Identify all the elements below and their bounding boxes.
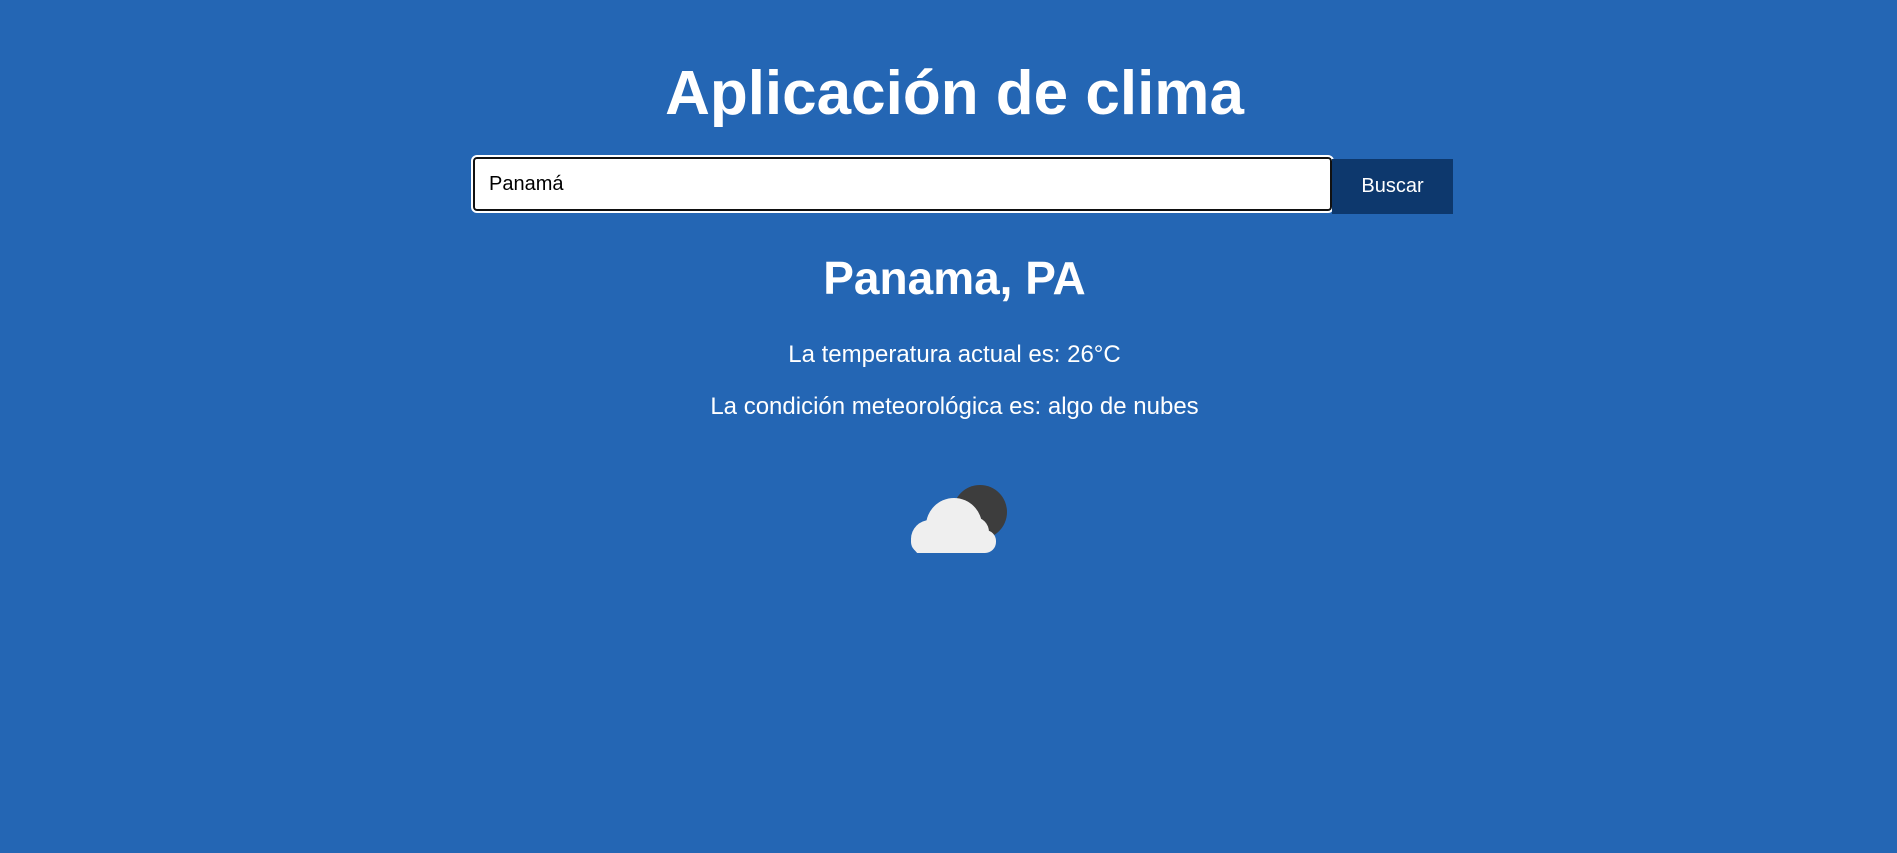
condition-text: La condición meteorológica es: algo de n… [710, 393, 1199, 420]
partly-cloudy-night-icon [911, 485, 1007, 553]
temperature-text: La temperatura actual es: 26°C [788, 341, 1121, 368]
search-form: Buscar [471, 155, 1453, 215]
weather-app: Aplicación de clima Buscar Panama, PA La… [0, 0, 1897, 853]
search-input[interactable] [471, 155, 1334, 213]
city-name: Panama, PA [823, 252, 1086, 304]
search-button[interactable]: Buscar [1332, 159, 1453, 214]
page-title: Aplicación de clima [665, 59, 1244, 128]
